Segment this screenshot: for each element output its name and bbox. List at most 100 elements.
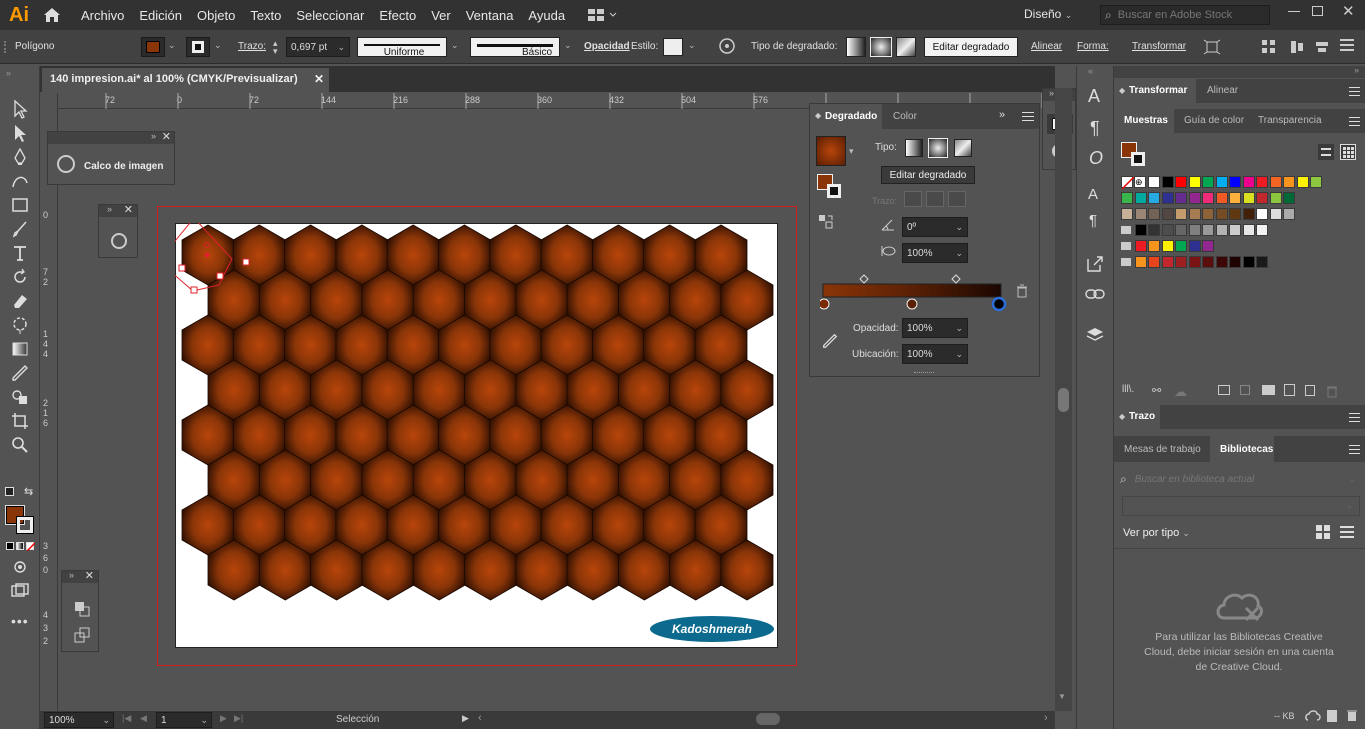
- view-by-type[interactable]: Ver por tipo ⌄: [1123, 527, 1190, 539]
- color-swatch[interactable]: [1229, 224, 1241, 236]
- color-swatch[interactable]: [1215, 192, 1228, 204]
- color-swatch[interactable]: [1134, 192, 1147, 204]
- color-swatch[interactable]: [1256, 208, 1268, 220]
- stop-opacity-input[interactable]: 100% ⌄: [902, 318, 968, 338]
- trace-mode-icon[interactable]: [111, 233, 127, 249]
- panel-menu-icon[interactable]: [1349, 445, 1360, 454]
- gradient-preview-swatch[interactable]: [816, 136, 846, 166]
- stock-search[interactable]: ⌕ Buscar en Adobe Stock: [1100, 5, 1270, 25]
- menu-seleccionar[interactable]: Seleccionar: [296, 8, 364, 23]
- color-swatch[interactable]: [1161, 240, 1174, 252]
- library-list-view-icon[interactable]: [1340, 525, 1354, 539]
- color-swatch[interactable]: [1148, 256, 1160, 268]
- close-icon[interactable]: ✕: [1342, 2, 1355, 20]
- show-swatch-kinds-icon[interactable]: ⚯: [1152, 384, 1161, 397]
- color-swatch[interactable]: [1242, 208, 1255, 220]
- color-swatch[interactable]: [1202, 192, 1214, 204]
- zoom-tool-icon[interactable]: [10, 435, 30, 455]
- character-styles-icon[interactable]: A: [1088, 186, 1098, 203]
- tab-color[interactable]: Color: [893, 111, 917, 122]
- workspace-switcher[interactable]: Diseño ⌄: [1024, 7, 1072, 21]
- color-swatch[interactable]: [1269, 176, 1282, 188]
- color-swatch[interactable]: [1256, 192, 1268, 204]
- linear-gradient-icon[interactable]: [846, 37, 866, 57]
- color-swatch[interactable]: [1202, 208, 1214, 220]
- close-panel-icon[interactable]: ✕: [85, 569, 94, 582]
- library-search[interactable]: ⌕ Buscar en biblioteca actual ⌄: [1120, 468, 1360, 490]
- gradient-preset-chevron-icon[interactable]: ▾: [849, 146, 854, 157]
- scroll-right-icon[interactable]: ›: [1044, 712, 1048, 724]
- menu-edicion[interactable]: Edición: [139, 8, 182, 23]
- color-swatch[interactable]: [1296, 176, 1309, 188]
- color-swatch[interactable]: [1121, 192, 1133, 204]
- freeform-gradient-icon[interactable]: [896, 37, 916, 57]
- type-radial-icon[interactable]: [928, 138, 948, 158]
- color-swatch[interactable]: [1188, 176, 1201, 188]
- graphic-style-swatch[interactable]: [663, 38, 683, 56]
- paintbrush-tool-icon[interactable]: [10, 219, 30, 239]
- color-group-folder-icon[interactable]: [1121, 242, 1131, 250]
- vertical-ruler[interactable]: 0 7 2 1 4 4 2 1 6 3 6 0 4 3 2: [40, 93, 58, 711]
- collapse-panel-icon[interactable]: »: [999, 109, 1005, 121]
- color-group-folder-icon[interactable]: [1121, 258, 1131, 266]
- color-swatch[interactable]: [1242, 176, 1255, 188]
- align-center-icon[interactable]: [1315, 40, 1329, 54]
- image-trace-icon[interactable]: [57, 155, 75, 173]
- default-colors-icon[interactable]: [5, 487, 14, 496]
- stroke-color-control[interactable]: [186, 37, 210, 57]
- document-tab[interactable]: 140 impresion.ai* al 100% (CMYK/Previsua…: [42, 68, 329, 92]
- status-menu-icon[interactable]: ▶: [462, 713, 469, 724]
- color-swatch[interactable]: [1269, 208, 1282, 220]
- color-swatch[interactable]: [1134, 240, 1147, 252]
- sync-icon[interactable]: [1305, 709, 1321, 723]
- gradient-slider[interactable]: [820, 272, 1035, 312]
- color-swatch[interactable]: [1188, 208, 1201, 220]
- panel-menu-icon[interactable]: [1349, 87, 1360, 96]
- color-swatch[interactable]: [1161, 208, 1174, 220]
- color-swatch[interactable]: [1229, 176, 1241, 188]
- color-swatch[interactable]: [1310, 176, 1322, 188]
- eraser-tool-icon[interactable]: [10, 291, 30, 311]
- menu-ver[interactable]: Ver: [431, 8, 451, 23]
- color-swatch[interactable]: [1229, 208, 1241, 220]
- collapse-icon[interactable]: »: [107, 204, 112, 214]
- maximize-icon[interactable]: [1312, 6, 1323, 16]
- stroke-label[interactable]: Trazo:: [238, 41, 266, 52]
- menu-ayuda[interactable]: Ayuda: [528, 8, 565, 23]
- swatch-grid[interactable]: ⊕: [1121, 176, 1361, 276]
- color-swatch[interactable]: [1202, 176, 1214, 188]
- resize-grip[interactable]: [914, 372, 934, 374]
- radial-gradient-icon[interactable]: [870, 37, 892, 57]
- color-swatch[interactable]: [1256, 224, 1268, 236]
- panel-menu-icon[interactable]: [1340, 39, 1354, 51]
- registration-swatch[interactable]: ⊕: [1134, 176, 1146, 188]
- color-swatch[interactable]: [1148, 192, 1160, 204]
- reverse-gradient-icon[interactable]: [818, 214, 834, 230]
- distribute-icon[interactable]: [1290, 40, 1304, 54]
- fill-chevron-icon[interactable]: ⌄: [168, 40, 176, 51]
- horizontal-scrollbar-thumb[interactable]: [756, 713, 780, 725]
- vertical-scrollbar[interactable]: ▼: [1055, 88, 1072, 711]
- tab-gradient[interactable]: Degradado: [825, 111, 877, 122]
- new-color-group-icon[interactable]: [1262, 385, 1275, 395]
- expand-arrow-icon[interactable]: ◆: [1119, 412, 1125, 421]
- color-swatch[interactable]: [1188, 192, 1201, 204]
- type-linear-icon[interactable]: [905, 139, 923, 157]
- panel-menu-icon[interactable]: [1349, 413, 1360, 422]
- gradient-stop-end[interactable]: [991, 296, 1007, 312]
- panel-menu-icon[interactable]: [1022, 112, 1034, 121]
- color-swatch[interactable]: [1175, 176, 1187, 188]
- color-swatch[interactable]: [1161, 224, 1174, 236]
- panel-menu-icon[interactable]: [1349, 117, 1360, 126]
- gradient-mode-icon[interactable]: [16, 542, 24, 550]
- color-swatch[interactable]: [1283, 192, 1295, 204]
- swatch-stroke-indicator[interactable]: [1131, 152, 1145, 166]
- export-icon[interactable]: [1086, 255, 1104, 273]
- color-mode-icon[interactable]: [6, 542, 14, 550]
- paragraph-panel-icon[interactable]: ¶: [1090, 118, 1100, 139]
- home-icon[interactable]: [43, 7, 65, 23]
- rectangle-tool-icon[interactable]: [10, 195, 30, 215]
- color-swatch[interactable]: [1215, 176, 1228, 188]
- library-grid-view-icon[interactable]: [1316, 525, 1330, 539]
- opentype-panel-icon[interactable]: O: [1089, 148, 1103, 169]
